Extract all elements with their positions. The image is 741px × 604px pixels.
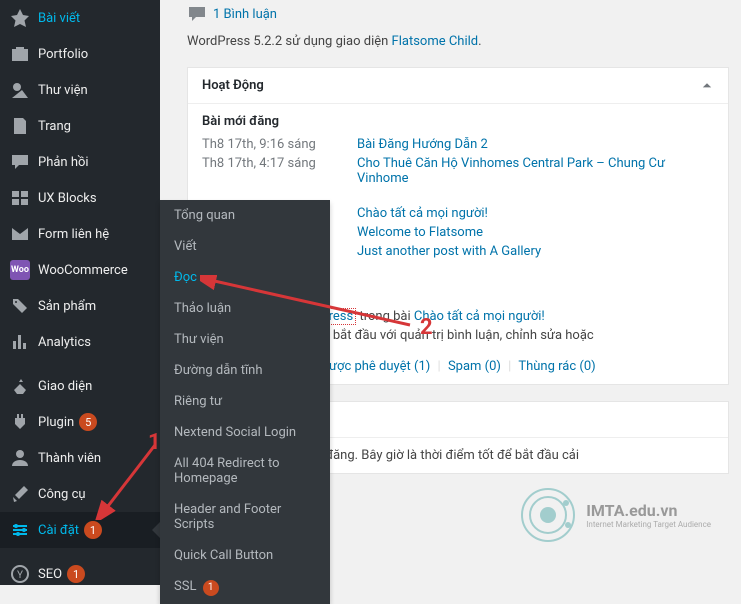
comment-icon bbox=[10, 152, 30, 172]
sidebar-item-label: Thành viên bbox=[38, 451, 101, 466]
sidebar-item-media[interactable]: Thư viện bbox=[0, 72, 160, 108]
appearance-icon bbox=[10, 376, 30, 396]
plugin-icon bbox=[10, 412, 30, 432]
submenu-privacy[interactable]: Riêng tư bbox=[160, 386, 330, 417]
sidebar-item-label: UX Blocks bbox=[38, 191, 97, 206]
post-link[interactable]: Welcome to Flatsome bbox=[357, 225, 483, 240]
post-row: Th8 17th, 9:16 sáng Bài Đăng Hướng Dẫn 2 bbox=[202, 137, 714, 152]
users-icon bbox=[10, 448, 30, 468]
submenu-reading[interactable]: Đọc bbox=[160, 262, 330, 293]
svg-text:Y: Y bbox=[17, 570, 23, 581]
media-icon bbox=[10, 80, 30, 100]
tools-icon bbox=[10, 484, 30, 504]
product-icon bbox=[10, 296, 30, 316]
sidebar-item-label: WooCommerce bbox=[38, 263, 128, 278]
comment-bubble-icon bbox=[187, 4, 207, 24]
recent-posts-title: Bài mới đăng bbox=[202, 114, 714, 129]
envelope-icon bbox=[10, 224, 30, 244]
sidebar-item-label: Giao diện bbox=[38, 379, 92, 394]
submenu-permalinks[interactable]: Đường dẫn tĩnh bbox=[160, 355, 330, 386]
analytics-icon bbox=[10, 332, 30, 352]
sidebar-item-products[interactable]: Sản phẩm bbox=[0, 288, 160, 324]
pin-icon bbox=[10, 8, 30, 28]
submenu-404redirect[interactable]: All 404 Redirect to Homepage bbox=[160, 448, 330, 494]
post-link[interactable]: Chào tất cả mọi người! bbox=[357, 206, 488, 221]
sidebar-item-label: Bài viết bbox=[38, 11, 80, 26]
page-icon bbox=[10, 116, 30, 136]
post-date: Th8 17th, 4:17 sáng bbox=[202, 156, 357, 186]
ssl-badge: 1 bbox=[203, 580, 219, 596]
status-trash[interactable]: Thùng rác (0) bbox=[518, 359, 595, 374]
sidebar-item-users[interactable]: Thành viên bbox=[0, 440, 160, 476]
settings-badge: 1 bbox=[84, 521, 102, 539]
theme-link[interactable]: Flatsome Child bbox=[392, 34, 479, 49]
submenu-ssl[interactable]: SSL 1 bbox=[160, 571, 330, 604]
submenu-headerfooter[interactable]: Header and Footer Scripts bbox=[160, 494, 330, 540]
blocks-icon bbox=[10, 188, 30, 208]
settings-icon bbox=[10, 520, 30, 540]
sidebar-item-label: Phản hồi bbox=[38, 155, 89, 170]
sidebar-item-label: Cài đặt bbox=[38, 523, 79, 538]
collapse-icon bbox=[700, 79, 714, 93]
submenu-media[interactable]: Thư viện bbox=[160, 324, 330, 355]
submenu-discussion[interactable]: Thảo luận bbox=[160, 293, 330, 324]
sidebar-item-pages[interactable]: Trang bbox=[0, 108, 160, 144]
activity-header[interactable]: Hoạt Động bbox=[188, 68, 728, 104]
sidebar-item-analytics[interactable]: Analytics bbox=[0, 324, 160, 360]
sidebar-item-plugins[interactable]: Plugin 5 bbox=[0, 404, 160, 440]
theme-info: WordPress 5.2.2 sử dụng giao diện Flatso… bbox=[187, 34, 729, 49]
sidebar-item-settings[interactable]: Cài đặt 1 bbox=[0, 512, 160, 548]
sidebar-item-label: Plugin bbox=[38, 415, 74, 430]
sidebar-item-posts[interactable]: Bài viết bbox=[0, 0, 160, 36]
comment-count-row: 1 Bình luận bbox=[187, 4, 729, 24]
sidebar-item-label: SEO bbox=[38, 567, 62, 582]
sidebar-item-contact[interactable]: Form liên hệ bbox=[0, 216, 160, 252]
status-spam[interactable]: Spam (0) bbox=[448, 359, 501, 374]
sidebar-item-label: Trang bbox=[38, 119, 71, 134]
sidebar-item-appearance[interactable]: Giao diện bbox=[0, 368, 160, 404]
post-link[interactable]: Just another post with A Gallery bbox=[357, 244, 541, 259]
settings-submenu: Tổng quan Viết Đọc Thảo luận Thư viện Đư… bbox=[160, 200, 330, 604]
comment-count-link[interactable]: 1 Bình luận bbox=[213, 7, 277, 22]
sidebar-item-label: Portfolio bbox=[38, 47, 88, 62]
submenu-general[interactable]: Tổng quan bbox=[160, 200, 330, 231]
annotation-label-1: 1 bbox=[148, 430, 161, 455]
commented-post-link[interactable]: Chào tất cả mọi người! bbox=[414, 309, 545, 324]
annotation-label-2: 2 bbox=[420, 315, 433, 340]
sidebar-item-label: Sản phẩm bbox=[38, 299, 96, 314]
submenu-nextend[interactable]: Nextend Social Login bbox=[160, 417, 330, 448]
sidebar-item-woocommerce[interactable]: Woo WooCommerce bbox=[0, 252, 160, 288]
seo-icon: Y bbox=[10, 564, 30, 584]
admin-sidebar: Bài viết Portfolio Thư viện Trang Phản h… bbox=[0, 0, 160, 585]
sidebar-item-label: Công cụ bbox=[38, 487, 86, 502]
sidebar-item-label: Thư viện bbox=[38, 83, 88, 98]
post-link[interactable]: Bài Đăng Hướng Dẫn 2 bbox=[357, 137, 488, 152]
sidebar-item-tools[interactable]: Công cụ bbox=[0, 476, 160, 512]
post-link[interactable]: Cho Thuê Căn Hộ Vinhomes Central Park – … bbox=[357, 156, 714, 186]
post-date: Th8 17th, 9:16 sáng bbox=[202, 137, 357, 152]
sidebar-item-portfolio[interactable]: Portfolio bbox=[0, 36, 160, 72]
portfolio-icon bbox=[10, 44, 30, 64]
watermark: IMTA.edu.vn Internet Marketing Target Au… bbox=[518, 485, 711, 545]
submenu-writing[interactable]: Viết bbox=[160, 231, 330, 262]
seo-badge: 1 bbox=[67, 565, 85, 583]
submenu-quickcall[interactable]: Quick Call Button bbox=[160, 540, 330, 571]
sidebar-item-label: Form liên hệ bbox=[38, 227, 109, 242]
sidebar-item-seo[interactable]: Y SEO 1 bbox=[0, 556, 160, 592]
post-row: Th8 17th, 4:17 sáng Cho Thuê Căn Hộ Vinh… bbox=[202, 156, 714, 186]
plugin-badge: 5 bbox=[79, 413, 97, 431]
sidebar-item-comments[interactable]: Phản hồi bbox=[0, 144, 160, 180]
sidebar-item-uxblocks[interactable]: UX Blocks bbox=[0, 180, 160, 216]
sidebar-item-label: Analytics bbox=[38, 335, 91, 350]
woo-icon: Woo bbox=[10, 260, 30, 280]
status-approved[interactable]: Được phê duyệt (1) bbox=[320, 359, 430, 374]
